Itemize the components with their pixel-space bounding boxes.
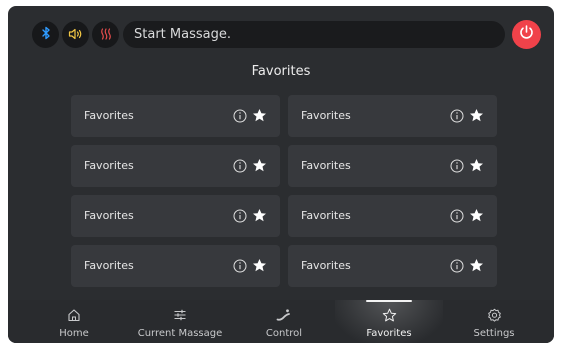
info-icon[interactable] — [233, 259, 247, 273]
star-icon[interactable] — [469, 208, 484, 223]
app-screen: Start Massage. Favorites Favorites Favor… — [8, 6, 554, 343]
nav-label-current-massage: Current Massage — [137, 328, 223, 339]
favorite-label: Favorites — [301, 209, 351, 222]
top-bar: Start Massage. — [8, 6, 554, 62]
home-icon — [66, 307, 82, 323]
favorite-tile[interactable]: Favorites — [71, 145, 280, 187]
nav-label-settings: Settings — [473, 328, 515, 339]
star-icon[interactable] — [252, 108, 267, 123]
star-icon[interactable] — [252, 208, 267, 223]
info-icon[interactable] — [450, 109, 464, 123]
star-icon[interactable] — [252, 158, 267, 173]
info-icon[interactable] — [450, 159, 464, 173]
star-icon[interactable] — [469, 108, 484, 123]
sliders-icon — [172, 307, 188, 323]
power-button[interactable] — [512, 20, 541, 49]
favorite-tile[interactable]: Favorites — [71, 245, 280, 287]
star-icon[interactable] — [469, 258, 484, 273]
favorite-tile[interactable]: Favorites — [288, 95, 497, 137]
nav-label-favorites: Favorites — [366, 328, 412, 339]
active-indicator — [366, 300, 412, 302]
info-icon[interactable] — [450, 209, 464, 223]
favorite-label: Favorites — [84, 209, 134, 222]
favorite-label: Favorites — [84, 259, 134, 272]
status-message: Start Massage. — [123, 21, 505, 48]
bluetooth-icon — [40, 25, 52, 44]
favorite-tile[interactable]: Favorites — [288, 195, 497, 237]
volume-icon — [68, 25, 84, 44]
control-icon — [276, 307, 292, 323]
star-icon[interactable] — [252, 258, 267, 273]
info-icon[interactable] — [233, 159, 247, 173]
nav-label-home: Home — [59, 328, 89, 339]
status-indicators — [32, 21, 120, 48]
info-icon[interactable] — [233, 109, 247, 123]
info-icon[interactable] — [450, 259, 464, 273]
nav-item-favorites[interactable]: Favorites — [335, 300, 443, 343]
nav-item-current-massage[interactable]: Current Massage — [126, 300, 234, 343]
gear-icon — [486, 307, 502, 323]
favorite-tile[interactable]: Favorites — [288, 245, 497, 287]
nav-label-control: Control — [265, 328, 303, 339]
nav-item-control[interactable]: Control — [230, 300, 338, 343]
star-outline-icon — [381, 307, 397, 323]
page-title: Favorites — [251, 64, 311, 79]
heat-indicator[interactable] — [92, 21, 119, 48]
favorite-tile[interactable]: Favorites — [71, 95, 280, 137]
heat-icon — [100, 25, 112, 44]
favorite-label: Favorites — [84, 159, 134, 172]
nav-item-settings[interactable]: Settings — [440, 300, 548, 343]
favorite-label: Favorites — [301, 109, 351, 122]
favorite-label: Favorites — [301, 259, 351, 272]
favorite-tile[interactable]: Favorites — [71, 195, 280, 237]
favorite-label: Favorites — [84, 109, 134, 122]
volume-indicator[interactable] — [62, 21, 89, 48]
favorites-grid: Favorites Favorites Favorites Favorites … — [71, 95, 499, 287]
bluetooth-indicator[interactable] — [32, 21, 59, 48]
favorite-label: Favorites — [301, 159, 351, 172]
bottom-nav: Home Current Massage Control Favorites S… — [8, 300, 554, 343]
favorite-tile[interactable]: Favorites — [288, 145, 497, 187]
power-icon — [518, 24, 535, 45]
star-icon[interactable] — [469, 158, 484, 173]
info-icon[interactable] — [233, 209, 247, 223]
nav-item-home[interactable]: Home — [20, 300, 128, 343]
